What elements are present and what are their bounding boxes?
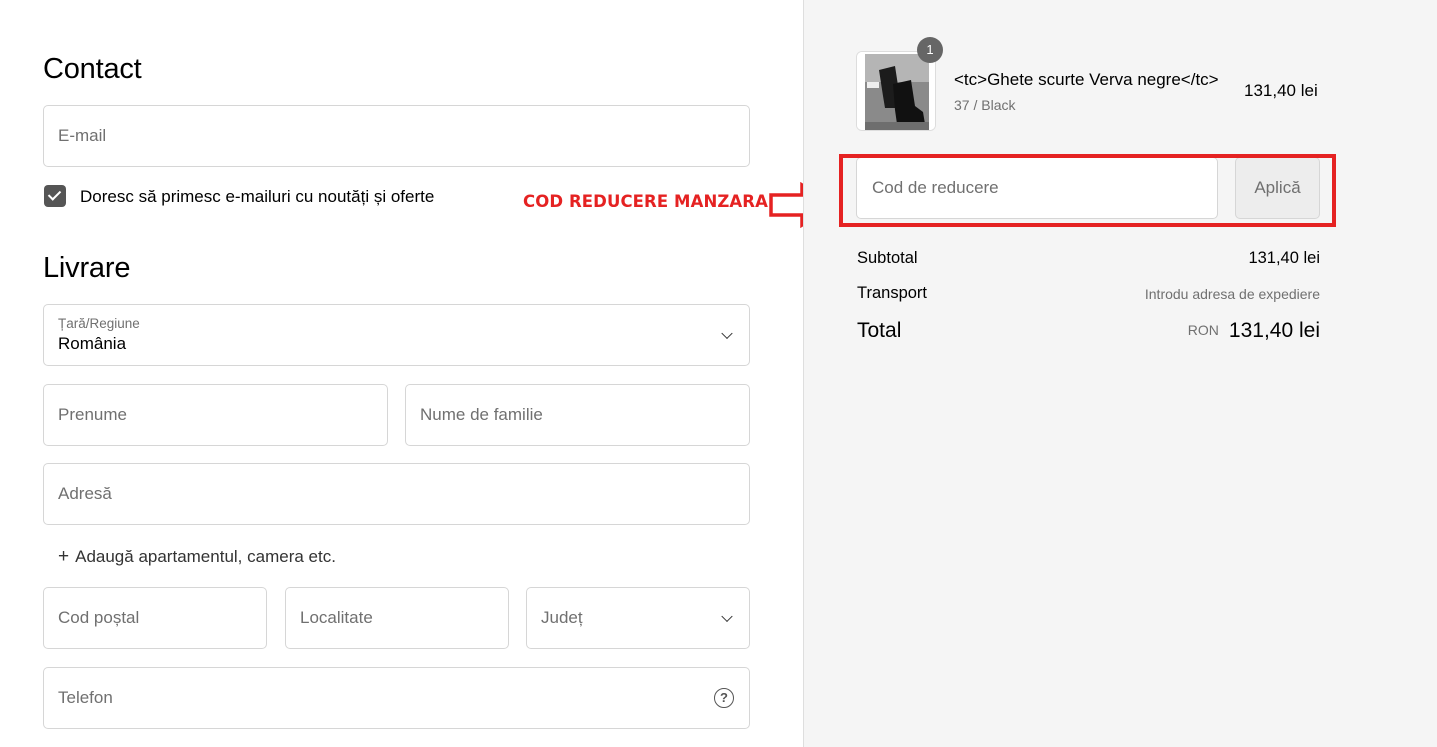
email-placeholder: E-mail: [58, 126, 107, 145]
question-circle-icon[interactable]: ?: [714, 688, 734, 708]
country-select[interactable]: Țară/Regiune România: [43, 304, 750, 366]
chevron-down-icon: [721, 327, 733, 340]
shipping-row: Transport Introdu adresa de expediere: [857, 284, 1320, 303]
first-name-field[interactable]: Prenume: [43, 384, 388, 446]
delivery-heading: Livrare: [43, 252, 131, 284]
product-name: <tc>Ghete scurte Verva negre</tc>: [954, 70, 1219, 89]
newsletter-label[interactable]: Doresc să primesc e-mailuri cu noutăți ș…: [80, 187, 434, 207]
chevron-down-icon: [721, 610, 733, 623]
add-apartment-label: Adaugă apartamentul, camera etc.: [75, 547, 336, 566]
country-label: Țară/Regiune: [58, 316, 140, 331]
newsletter-checkbox[interactable]: [44, 185, 66, 207]
phone-field[interactable]: Telefon ?: [43, 667, 750, 729]
total-value: 131,40 lei: [1228, 319, 1320, 342]
email-field[interactable]: E-mail: [43, 105, 750, 167]
last-name-placeholder: Nume de familie: [420, 405, 543, 424]
phone-placeholder: Telefon: [58, 688, 113, 707]
total-value-group: RON 131,40 lei: [1188, 319, 1320, 343]
shipping-value: Introdu adresa de expediere: [1144, 286, 1320, 302]
postal-code-placeholder: Cod poștal: [58, 608, 140, 627]
last-name-field[interactable]: Nume de familie: [405, 384, 750, 446]
quantity-badge: 1: [917, 37, 943, 63]
product-price: 131,40 lei: [1244, 81, 1318, 100]
address-placeholder: Adresă: [58, 484, 112, 503]
country-value: România: [58, 334, 127, 353]
annotation-highlight-box: [839, 154, 1336, 227]
product-variant: 37 / Black: [954, 97, 1016, 113]
city-placeholder: Localitate: [300, 608, 373, 627]
annotation-label: COD REDUCERE MANZARA: [523, 192, 768, 211]
postal-code-field[interactable]: Cod poștal: [43, 587, 267, 649]
city-field[interactable]: Localitate: [285, 587, 509, 649]
total-row: Total RON 131,40 lei: [857, 319, 1320, 343]
product-thumbnail: [856, 51, 936, 131]
contact-heading: Contact: [43, 53, 142, 85]
plus-icon: +: [58, 546, 70, 567]
subtotal-row: Subtotal 131,40 lei: [857, 249, 1320, 268]
boot-image-icon: [857, 52, 935, 130]
shipping-label: Transport: [857, 284, 927, 302]
total-label: Total: [857, 319, 902, 342]
subtotal-label: Subtotal: [857, 249, 918, 267]
address-field[interactable]: Adresă: [43, 463, 750, 525]
county-select[interactable]: Județ: [526, 587, 750, 649]
checkout-form-panel: Contact E-mail Doresc să primesc e-mailu…: [0, 0, 803, 747]
add-apartment-link[interactable]: + Adaugă apartamentul, camera etc.: [58, 546, 336, 568]
first-name-placeholder: Prenume: [58, 405, 127, 424]
total-currency: RON: [1187, 322, 1219, 338]
county-placeholder: Județ: [541, 608, 583, 627]
subtotal-value: 131,40 lei: [1248, 249, 1320, 267]
